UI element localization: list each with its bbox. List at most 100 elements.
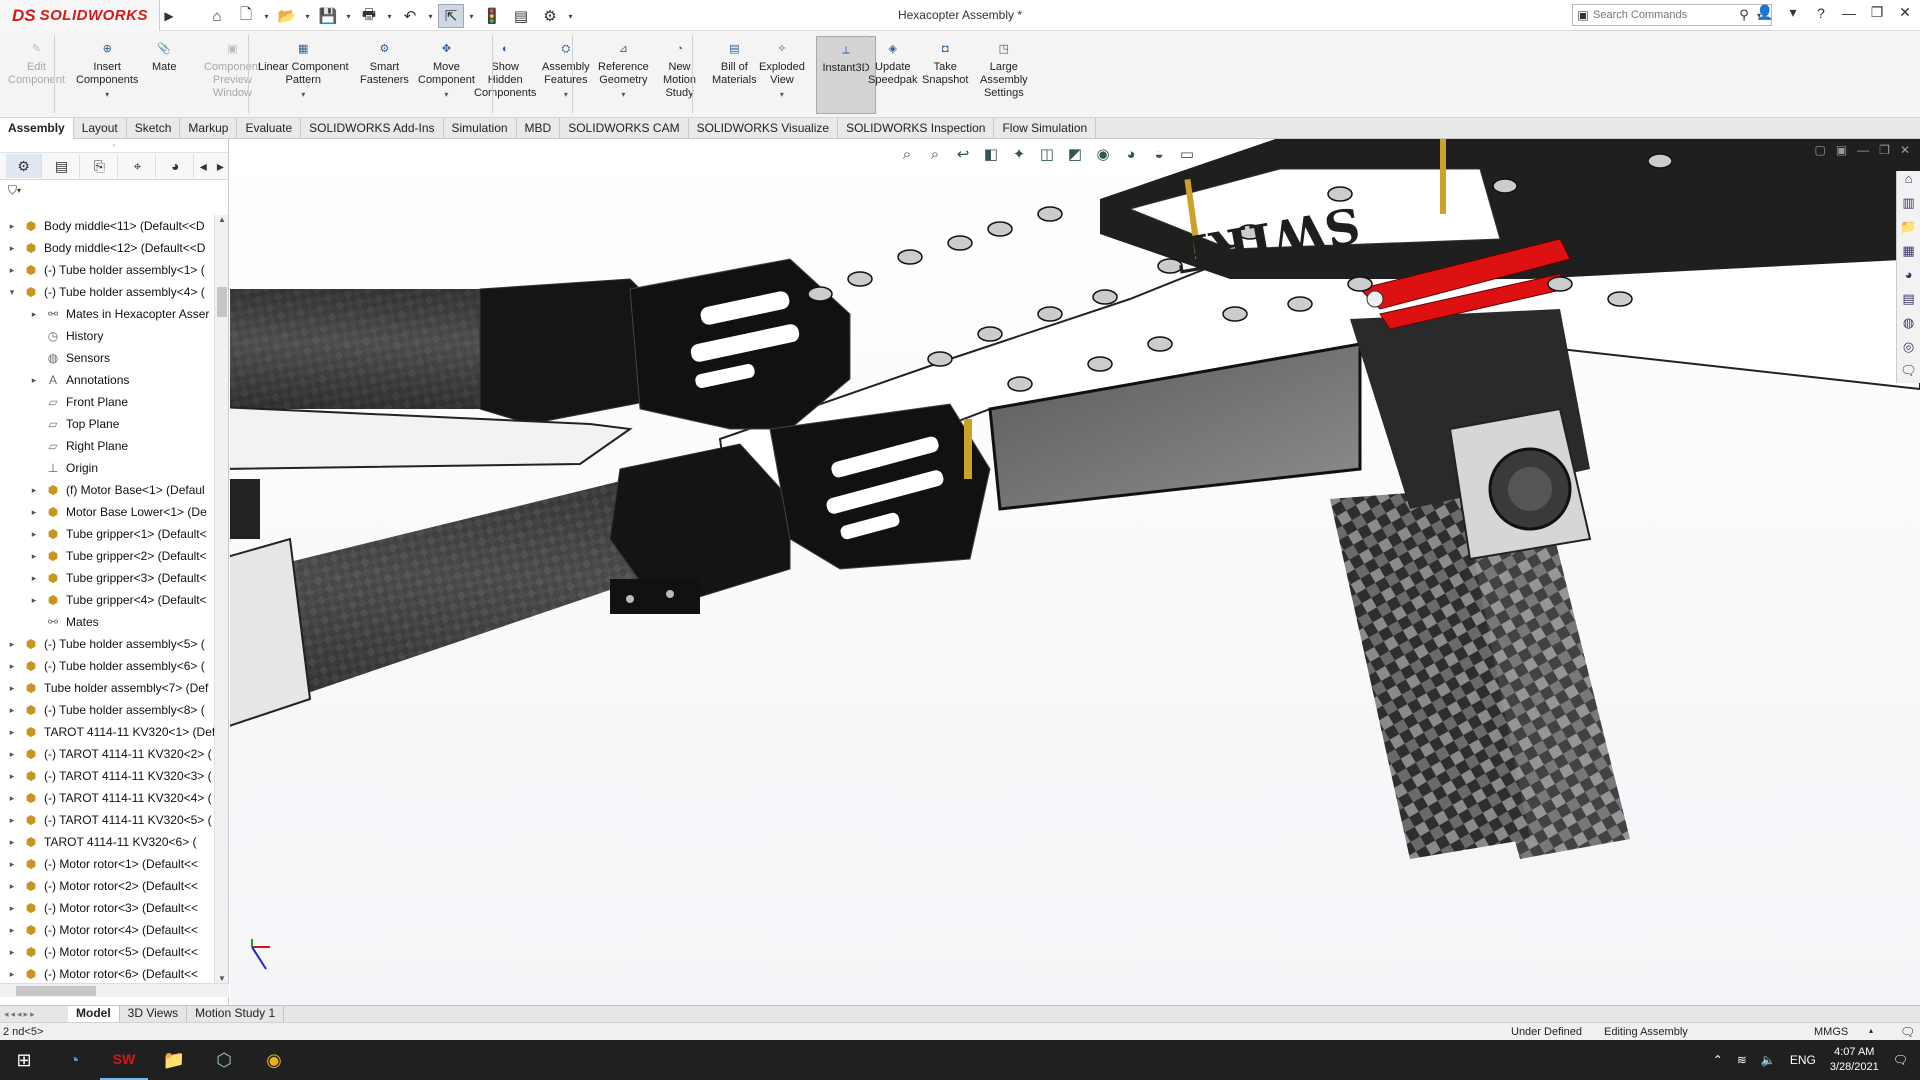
new-doc-icon[interactable]: 🗋 [233, 4, 259, 28]
tree-item[interactable]: ▸ ⬢ (-) Motor rotor<6> (Default<< [0, 963, 214, 983]
instant3d-button[interactable]: ⟂ Instant3D [816, 36, 876, 114]
options-icon[interactable]: ⚙ [537, 4, 563, 28]
property-manager-tab-icon[interactable]: ▤ [44, 154, 80, 178]
tab-simulation[interactable]: Simulation [444, 118, 517, 139]
expand-arrow-icon[interactable]: ▸ [6, 683, 18, 694]
expand-arrow-icon[interactable]: ▸ [6, 771, 18, 782]
expand-arrow-icon[interactable]: ▸ [6, 903, 18, 914]
hscroll-thumb[interactable] [16, 986, 96, 996]
exploded-view-button[interactable]: ✧ Exploded View ▾ [759, 39, 805, 101]
tree-vertical-scrollbar[interactable]: ▲ ▼ [214, 215, 228, 983]
take-snapshot-button[interactable]: ◘ Take Snapshot [922, 39, 968, 87]
close-icon[interactable]: ✕ [1896, 4, 1914, 21]
print-icon[interactable]: 🖶 [356, 4, 382, 28]
notification-icon[interactable]: 🗨 [1893, 1053, 1908, 1067]
tree-item[interactable]: ▸ ⬢ TAROT 4114-11 KV320<1> (Def [0, 721, 214, 743]
section-view-icon[interactable]: ◧ [980, 145, 1002, 163]
tab-evaluate[interactable]: Evaluate [237, 118, 302, 139]
tree-item[interactable]: ▸ ⬢ (f) Motor Base<1> (Defaul [0, 479, 214, 501]
tab-sketch[interactable]: Sketch [127, 118, 181, 139]
solidworks-resources-icon[interactable]: ⌂ [1897, 171, 1920, 191]
custom-properties-icon[interactable]: ▤ [1897, 291, 1920, 311]
show-hidden-components-button[interactable]: ◐ Show Hidden Components [474, 39, 536, 100]
expand-arrow-icon[interactable]: ▸ [6, 815, 18, 826]
clock[interactable]: 4:07 AM 3/28/2021 [1830, 1045, 1879, 1075]
tree-item[interactable]: ▸ ⚯ Mates in Hexacopter Asser [0, 303, 214, 325]
expand-arrow-icon[interactable]: ▸ [6, 969, 18, 980]
scroll-up-icon[interactable]: ▲ [215, 215, 229, 224]
tree-item[interactable]: ▸ ⬢ Tube gripper<3> (Default< [0, 567, 214, 589]
viewport-close-icon[interactable]: ✕ [1900, 143, 1910, 157]
feature-manager-tab-icon[interactable]: ⚙ [6, 154, 42, 178]
scroll-thumb[interactable] [217, 287, 227, 317]
design-library-icon[interactable]: ▥ [1897, 195, 1920, 215]
tab-layout[interactable]: Layout [74, 118, 127, 139]
expand-arrow-icon[interactable]: ▸ [28, 375, 40, 386]
tabs-left-arrow-icon[interactable]: ◂ [196, 154, 211, 178]
expand-arrow-icon[interactable]: ▸ [6, 793, 18, 804]
assembly-features-caret-icon[interactable]: ▾ [564, 88, 568, 101]
insert-components-button[interactable]: ⊕ Insert Components ▾ [76, 39, 138, 101]
pin-icon[interactable]: ▾ [1784, 4, 1802, 21]
bill-of-materials-button[interactable]: ▤ Bill of Materials [712, 39, 757, 87]
search-commands-box[interactable]: ▣ ⚲ ▾ [1572, 4, 1772, 26]
hide-show-items-icon[interactable]: ◉ [1092, 145, 1114, 163]
expand-arrow-icon[interactable]: ▸ [6, 837, 18, 848]
appearances-icon[interactable]: ◕ [1897, 267, 1920, 287]
expand-arrow-icon[interactable]: ▸ [6, 221, 18, 232]
user-icon[interactable]: 👤 [1756, 4, 1774, 21]
chat-icon[interactable]: 🗨 [1897, 363, 1920, 383]
options-caret-icon[interactable]: ▾ [566, 12, 575, 21]
tree-item[interactable]: ▱ Right Plane [0, 435, 214, 457]
apply-scene-icon[interactable]: ◒ [1148, 146, 1170, 163]
select-caret-icon[interactable]: ▾ [467, 12, 476, 21]
expand-arrow-icon[interactable]: ▸ [6, 727, 18, 738]
move-component-button[interactable]: ✥ Move Component ▾ [418, 39, 475, 101]
new-doc-caret-icon[interactable]: ▾ [262, 12, 271, 21]
exploded-view-caret-icon[interactable]: ▾ [780, 88, 784, 101]
edit-appearance-icon[interactable]: ◕ [1120, 146, 1142, 163]
linear-component-pattern-caret-icon[interactable]: ▾ [301, 88, 305, 101]
display-style-icon[interactable]: ◩ [1064, 145, 1086, 163]
tab-solidworks-add-ins[interactable]: SOLIDWORKS Add-Ins [301, 118, 444, 139]
zoom-to-area-icon[interactable]: ⌕ [924, 146, 946, 163]
edit-component-button[interactable]: ✎ Edit Component [8, 39, 65, 87]
linear-component-pattern-button[interactable]: ▦ Linear Component Pattern ▾ [258, 39, 349, 101]
restore-icon[interactable]: ❐ [1868, 4, 1886, 21]
viewport-minimize-icon[interactable]: — [1857, 143, 1869, 157]
tree-item[interactable]: ▸ ⬢ Tube gripper<4> (Default< [0, 589, 214, 611]
tree-item[interactable]: ⚯ Mates [0, 611, 214, 633]
tabs-right-arrow-icon[interactable]: ▸ [213, 154, 228, 178]
select-icon[interactable]: ⇱ [438, 4, 464, 28]
expand-arrow-icon[interactable]: ▸ [6, 925, 18, 936]
rebuild-icon[interactable]: 🚦 [479, 4, 505, 28]
tab-solidworks-cam[interactable]: SOLIDWORKS CAM [560, 118, 689, 139]
assembly-features-button[interactable]: ⛭ Assembly Features ▾ [542, 39, 590, 101]
tree-item[interactable]: ▸ ⬢ Body middle<11> (Default<<D [0, 215, 214, 237]
tree-item[interactable]: ▸ ⬢ (-) TAROT 4114-11 KV320<4> ( [0, 787, 214, 809]
tree-item[interactable]: ▱ Front Plane [0, 391, 214, 413]
expand-arrow-icon[interactable]: ▸ [28, 551, 40, 562]
scroll-down-icon[interactable]: ▼ [215, 974, 229, 983]
view-orientation-icon[interactable]: ◫ [1036, 145, 1058, 163]
windows-start-icon[interactable]: ⊞ [0, 1040, 48, 1080]
tree-item[interactable]: ▸ ⬢ (-) Motor rotor<2> (Default<< [0, 875, 214, 897]
tree-item[interactable]: ▸ A Annotations [0, 369, 214, 391]
expand-arrow-icon[interactable]: ▸ [6, 243, 18, 254]
insert-components-caret-icon[interactable]: ▾ [105, 88, 109, 101]
tab-flow-simulation[interactable]: Flow Simulation [994, 118, 1097, 139]
display-manager-tab-icon[interactable]: ◕ [158, 154, 194, 178]
mate-button[interactable]: 📎 Mate [152, 39, 176, 74]
tree-item[interactable]: ▸ ⬢ (-) Motor rotor<4> (Default<< [0, 919, 214, 941]
tree-item[interactable]: ◍ Sensors [0, 347, 214, 369]
search-icon[interactable]: ⚲ [1735, 7, 1753, 23]
viewport-pane-icon[interactable]: ▢ [1814, 143, 1825, 157]
tree-item[interactable]: ▸ ⬢ (-) Motor rotor<5> (Default<< [0, 941, 214, 963]
tree-item[interactable]: ▸ ⬢ (-) Tube holder assembly<5> ( [0, 633, 214, 655]
tab-solidworks-visualize[interactable]: SOLIDWORKS Visualize [689, 118, 839, 139]
tab-markup[interactable]: Markup [180, 118, 238, 139]
large-assembly-settings-button[interactable]: ◳ Large Assembly Settings [980, 39, 1028, 100]
menu-expand-arrow-icon[interactable]: ▶ [161, 0, 177, 31]
move-component-caret-icon[interactable]: ▾ [444, 88, 448, 101]
previous-view-icon[interactable]: ↩ [952, 145, 974, 163]
